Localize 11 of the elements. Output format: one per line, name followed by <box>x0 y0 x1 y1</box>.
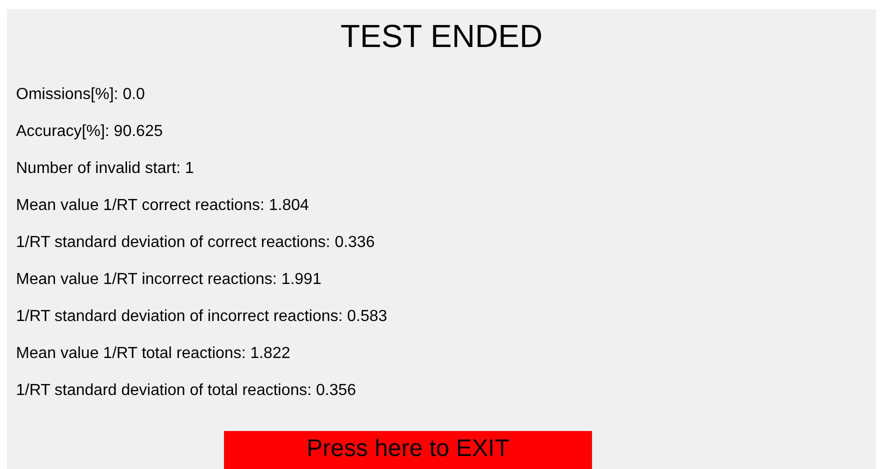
result-line: Mean value 1/RT incorrect reactions: 1.991 <box>16 270 322 290</box>
result-line: Mean value 1/RT correct reactions: 1.804 <box>16 196 309 216</box>
title: TEST ENDED <box>339 17 544 55</box>
result-line: 1/RT standard deviation of incorrect reactions: 0.583 <box>16 307 388 327</box>
result-line: Accuracy[%]: 90.625 <box>16 122 163 142</box>
exit-button[interactable]: Press here to EXIT <box>224 431 592 469</box>
result-line: Number of invalid start: 1 <box>16 159 194 179</box>
result-line: 1/RT standard deviation of correct reactions: 0.336 <box>16 233 375 253</box>
result-line: 1/RT standard deviation of total reactions: 0.356 <box>16 381 356 401</box>
result-line: Omissions[%]: 0.0 <box>16 85 145 105</box>
result-line: Mean value 1/RT total reactions: 1.822 <box>16 344 290 364</box>
